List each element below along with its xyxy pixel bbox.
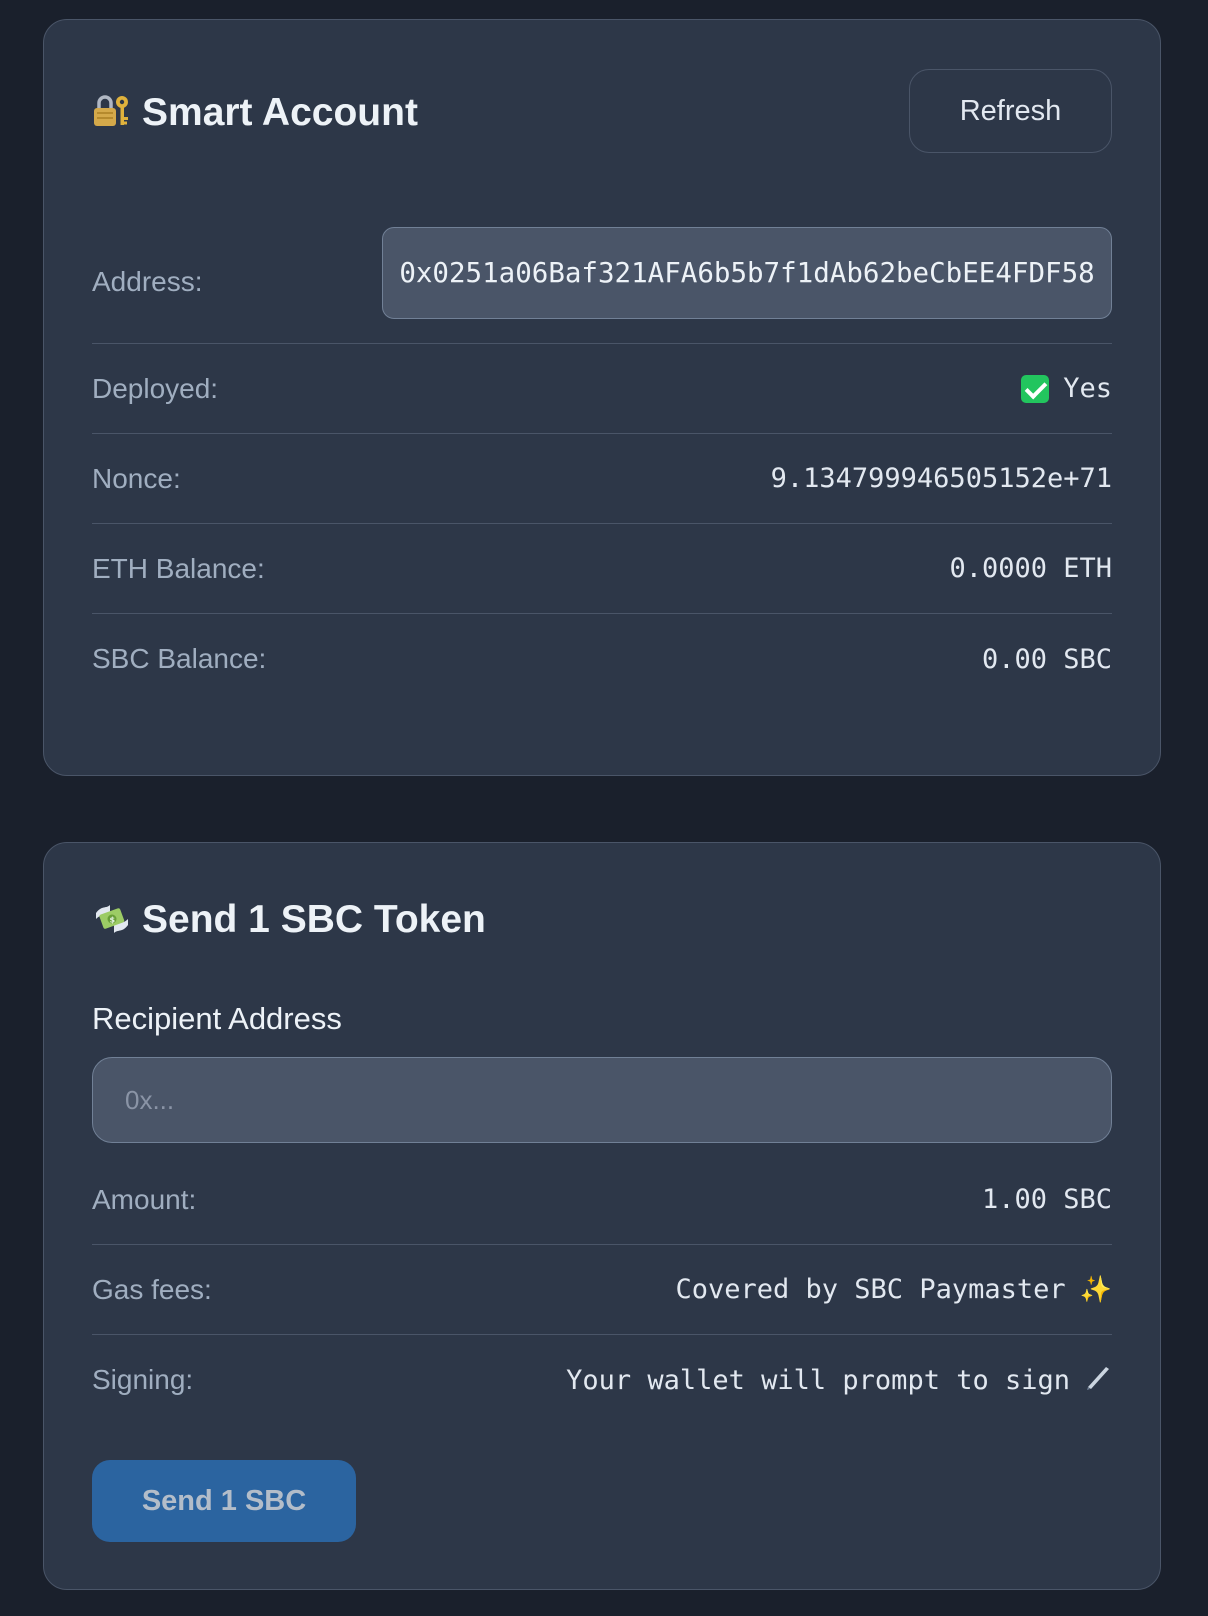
signing-row: Signing: Your wallet will prompt to sign (92, 1335, 1112, 1425)
deployed-status: Yes (1021, 373, 1112, 404)
send-token-title: $ Send 1 SBC Token (92, 899, 486, 939)
signing-label: Signing: (92, 1364, 194, 1395)
nonce-value: 9.134799946505152e+71 (770, 463, 1112, 494)
send-sbc-button[interactable]: Send 1 SBC (92, 1460, 356, 1542)
eth-balance-row: ETH Balance: 0.0000 ETH (92, 524, 1112, 614)
recipient-address-label: Recipient Address (92, 1001, 342, 1036)
sbc-balance-label: SBC Balance: (92, 643, 267, 674)
send-token-card: $ Send 1 SBC Token Recipient Address Amo… (43, 842, 1161, 1590)
recipient-address-input[interactable] (92, 1057, 1112, 1143)
address-value[interactable]: 0x0251a06Baf321AFA6b5b7f1dAb62beCbEE4FDF… (382, 227, 1112, 319)
gas-fees-status: Covered by SBC Paymaster ✨ (675, 1274, 1112, 1305)
smart-account-card: Smart Account Refresh Address: 0x0251a06… (43, 19, 1161, 776)
nonce-label: Nonce: (92, 462, 181, 494)
smart-account-title: Smart Account (92, 92, 418, 132)
sbc-balance-row: SBC Balance: 0.00 SBC (92, 614, 1112, 704)
amount-row: Amount: 1.00 SBC (92, 1155, 1112, 1245)
eth-balance-label: ETH Balance: (92, 552, 265, 584)
refresh-button[interactable]: Refresh (909, 69, 1112, 153)
money-with-wings-icon: $ (92, 899, 132, 939)
amount-value: 1.00 SBC (981, 1184, 1112, 1215)
gas-fees-label: Gas fees: (92, 1273, 212, 1305)
eth-balance-value: 0.0000 ETH (949, 553, 1112, 584)
deployed-value: Yes (1063, 373, 1112, 404)
locked-with-key-icon (92, 92, 132, 132)
pen-icon (1084, 1363, 1112, 1398)
sparkles-icon: ✨ (1079, 1274, 1112, 1305)
svg-text:$: $ (110, 916, 116, 925)
signing-status: Your wallet will prompt to sign (566, 1363, 1112, 1398)
address-row: Address: 0x0251a06Baf321AFA6b5b7f1dAb62b… (92, 220, 1112, 344)
signing-value: Your wallet will prompt to sign (566, 1364, 1070, 1396)
gas-fees-value: Covered by SBC Paymaster (675, 1274, 1066, 1305)
check-mark-icon (1021, 374, 1050, 403)
send-token-title-text: Send 1 SBC Token (142, 897, 486, 941)
deployed-label: Deployed: (92, 372, 219, 404)
deployed-row: Deployed: Yes (92, 344, 1112, 434)
nonce-row: Nonce: 9.134799946505152e+71 (92, 434, 1112, 524)
address-label: Address: (92, 265, 203, 297)
sbc-balance-value: 0.00 SBC (981, 643, 1112, 675)
gas-fees-row: Gas fees: Covered by SBC Paymaster ✨ (92, 1245, 1112, 1335)
amount-label: Amount: (92, 1183, 197, 1215)
smart-account-title-text: Smart Account (142, 90, 418, 134)
